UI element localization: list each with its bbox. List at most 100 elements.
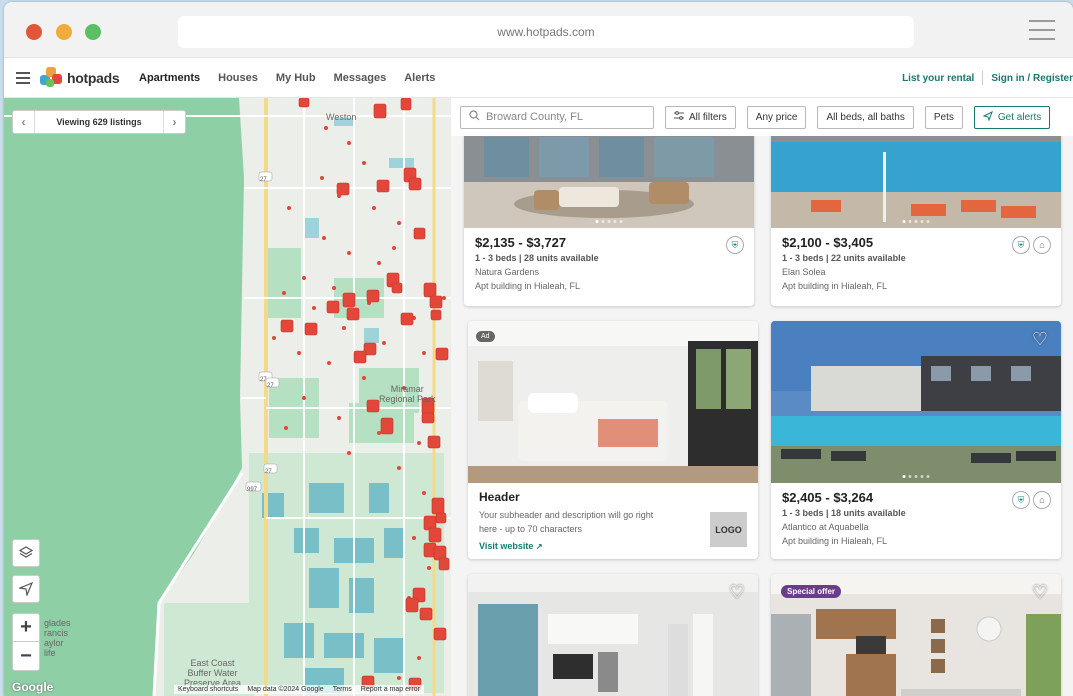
maximize-window-button[interactable] bbox=[85, 24, 101, 40]
all-filters-label: All filters bbox=[689, 111, 727, 123]
chevron-left-icon[interactable]: ‹ bbox=[13, 111, 35, 133]
listing-price: $2,100 - $3,405 bbox=[782, 235, 874, 250]
report-error-link[interactable]: Report a map error bbox=[361, 686, 420, 693]
listing-card[interactable]: Special offer ♡ bbox=[771, 574, 1061, 696]
listing-photo[interactable] bbox=[464, 136, 754, 228]
main-nav: Apartments Houses My Hub Messages Alerts bbox=[139, 58, 453, 98]
listing-badges: ⛨ bbox=[726, 236, 744, 254]
minimize-window-button[interactable] bbox=[56, 24, 72, 40]
map-label-glades: glades rancis aylor life bbox=[44, 618, 71, 658]
external-link-icon: ↗ bbox=[535, 542, 543, 551]
browser-window: www.hotpads.com hotpads Apartments House… bbox=[4, 2, 1073, 696]
viewing-listings-control: ‹ Viewing 629 listings › bbox=[12, 110, 186, 134]
nav-messages[interactable]: Messages bbox=[334, 72, 387, 84]
all-filters-button[interactable]: All filters bbox=[665, 105, 736, 129]
listing-type: Apt building in Hialeah, FL bbox=[782, 281, 888, 291]
zoom-control: + − bbox=[12, 613, 40, 671]
map-panel[interactable]: 27 27 27 27 997 Weston Miramar Regional … bbox=[4, 98, 451, 696]
listing-photo[interactable]: ♡ bbox=[771, 321, 1061, 483]
sign-in-link[interactable]: Sign in / Register bbox=[991, 73, 1073, 84]
address-bar[interactable]: www.hotpads.com bbox=[178, 16, 914, 48]
chevron-right-icon[interactable]: › bbox=[163, 111, 185, 133]
pets-filter-button[interactable]: Pets bbox=[924, 105, 963, 129]
hotpads-logo[interactable]: hotpads bbox=[40, 66, 120, 90]
map-label-east-coast: East Coast Buffer Water Preserve Area bbox=[184, 658, 242, 688]
verified-shield-icon: ⛨ bbox=[1012, 491, 1030, 509]
ad-tag: Ad bbox=[476, 331, 495, 342]
listing-card[interactable]: ♡ bbox=[468, 574, 758, 696]
visit-website-label: Visit website bbox=[479, 541, 534, 551]
hamburger-menu-icon[interactable] bbox=[16, 72, 30, 84]
listings-grid: ⛨ $2,135 - $3,727 1 - 3 beds | 28 units … bbox=[451, 136, 1073, 696]
map-data-text: Map data ©2024 Google bbox=[247, 686, 324, 693]
listing-photo[interactable]: Special offer ♡ bbox=[771, 574, 1061, 696]
get-alerts-label: Get alerts bbox=[997, 111, 1042, 123]
listing-photo[interactable]: ♡ bbox=[468, 574, 758, 696]
nav-my-hub[interactable]: My Hub bbox=[276, 72, 316, 84]
photo-pagination bbox=[902, 220, 930, 223]
road-shield: 27 bbox=[260, 377, 267, 383]
ad-photo[interactable]: Ad bbox=[468, 321, 758, 483]
listing-card[interactable]: ⛨ ⌂ $2,100 - $3,405 1 - 3 beds | 22 unit… bbox=[771, 136, 1061, 306]
google-logo: Google bbox=[12, 680, 54, 694]
layers-icon[interactable] bbox=[12, 539, 40, 567]
nav-houses[interactable]: Houses bbox=[218, 72, 258, 84]
map-footer: Keyboard shortcuts Map data ©2024 Google… bbox=[174, 685, 424, 694]
zoom-out-button[interactable]: − bbox=[13, 642, 39, 670]
visit-website-link[interactable]: Visit website ↗ bbox=[479, 541, 747, 551]
photo-pagination bbox=[902, 475, 930, 478]
terms-link[interactable]: Terms bbox=[333, 686, 352, 693]
ad-header: Header bbox=[479, 490, 520, 504]
listing-card[interactable]: ⛨ $2,135 - $3,727 1 - 3 beds | 28 units … bbox=[464, 136, 754, 306]
keyboard-shortcuts-link[interactable]: Keyboard shortcuts bbox=[178, 686, 238, 693]
listing-beds: 1 - 3 beds | 18 units available bbox=[782, 508, 906, 518]
nav-divider bbox=[982, 71, 984, 85]
browser-menu-icon[interactable] bbox=[1029, 20, 1055, 42]
listing-name: Atlantico at Aquabella bbox=[782, 522, 869, 532]
community-icon: ⌂ bbox=[1033, 491, 1051, 509]
ad-subheader: Your subheader and description will go r… bbox=[479, 510, 654, 534]
special-offer-badge: Special offer bbox=[781, 585, 842, 598]
verified-shield-icon: ⛨ bbox=[1012, 236, 1030, 254]
listing-badges: ⛨ ⌂ bbox=[1012, 236, 1051, 254]
close-window-button[interactable] bbox=[26, 24, 42, 40]
listing-name: Natura Gardens bbox=[475, 267, 540, 277]
listing-name: Elan Solea bbox=[782, 267, 826, 277]
beds-filter-button[interactable]: All beds, all baths bbox=[817, 105, 914, 129]
heart-icon[interactable]: ♡ bbox=[1029, 582, 1051, 602]
community-icon: ⌂ bbox=[1033, 236, 1051, 254]
search-input[interactable]: Broward County, FL bbox=[460, 105, 654, 129]
heart-icon[interactable]: ♡ bbox=[1029, 329, 1051, 349]
listing-type: Apt building in Hialeah, FL bbox=[475, 281, 581, 291]
filter-bar: Broward County, FL All filters Any price… bbox=[451, 98, 1073, 136]
search-icon bbox=[469, 110, 480, 124]
heart-icon[interactable]: ♡ bbox=[726, 582, 748, 602]
road-shield: 27 bbox=[265, 469, 272, 475]
listing-info: $2,135 - $3,727 1 - 3 beds | 28 units av… bbox=[464, 228, 754, 298]
nav-alerts[interactable]: Alerts bbox=[404, 72, 435, 84]
get-alerts-button[interactable]: Get alerts bbox=[973, 105, 1051, 129]
photo-pagination bbox=[595, 220, 623, 223]
road-shield: 27 bbox=[260, 177, 267, 183]
viewing-count: Viewing 629 listings bbox=[56, 117, 142, 127]
browser-toolbar: www.hotpads.com bbox=[4, 2, 1073, 58]
listing-card[interactable]: ♡ ⛨ ⌂ $2,405 - $3,264 1 - 3 beds | 18 un… bbox=[771, 321, 1061, 559]
bell-icon bbox=[982, 110, 993, 124]
list-rental-link[interactable]: List your rental bbox=[902, 73, 974, 84]
ad-card[interactable]: Ad Header Your subheader and description… bbox=[468, 321, 758, 559]
ad-logo: LOGO bbox=[710, 512, 747, 547]
listing-beds: 1 - 3 beds | 22 units available bbox=[782, 253, 906, 263]
map-label-miramar: Miramar Regional Park bbox=[379, 384, 436, 404]
verified-shield-icon: ⛨ bbox=[726, 236, 744, 254]
listing-price: $2,135 - $3,727 bbox=[475, 235, 567, 250]
search-placeholder: Broward County, FL bbox=[486, 111, 584, 123]
nav-apartments[interactable]: Apartments bbox=[139, 72, 200, 84]
locate-icon[interactable] bbox=[12, 575, 40, 603]
zoom-in-button[interactable]: + bbox=[13, 614, 39, 642]
road-shield: 27 bbox=[267, 383, 274, 389]
listing-badges: ⛨ ⌂ bbox=[1012, 491, 1051, 509]
listing-photo[interactable] bbox=[771, 136, 1061, 228]
price-filter-button[interactable]: Any price bbox=[746, 105, 807, 129]
site-header: hotpads Apartments Houses My Hub Message… bbox=[4, 58, 1073, 98]
listing-beds: 1 - 3 beds | 28 units available bbox=[475, 253, 599, 263]
